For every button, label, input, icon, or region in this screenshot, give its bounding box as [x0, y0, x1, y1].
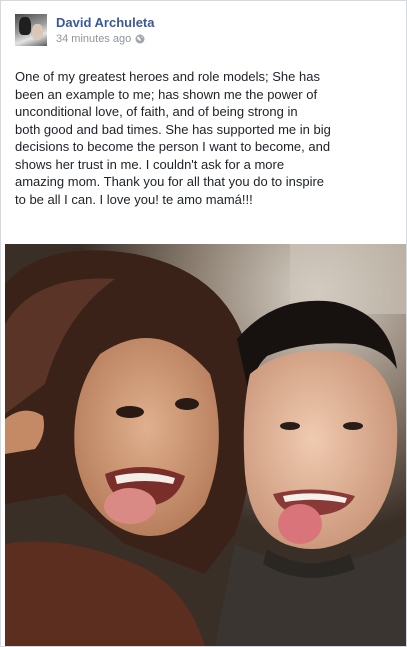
post-timestamp[interactable]: 34 minutes ago	[56, 33, 131, 45]
feed-post: David Archuleta 34 minutes ago One of my…	[0, 0, 407, 647]
post-meta: 34 minutes ago	[56, 33, 145, 45]
post-message: One of my greatest heroes and role model…	[15, 69, 331, 207]
profile-picture[interactable]	[15, 14, 47, 46]
globe-icon[interactable]	[135, 34, 145, 44]
post-photo[interactable]	[5, 244, 406, 646]
post-header: David Archuleta 34 minutes ago	[15, 14, 398, 54]
author-name[interactable]: David Archuleta	[56, 15, 155, 30]
